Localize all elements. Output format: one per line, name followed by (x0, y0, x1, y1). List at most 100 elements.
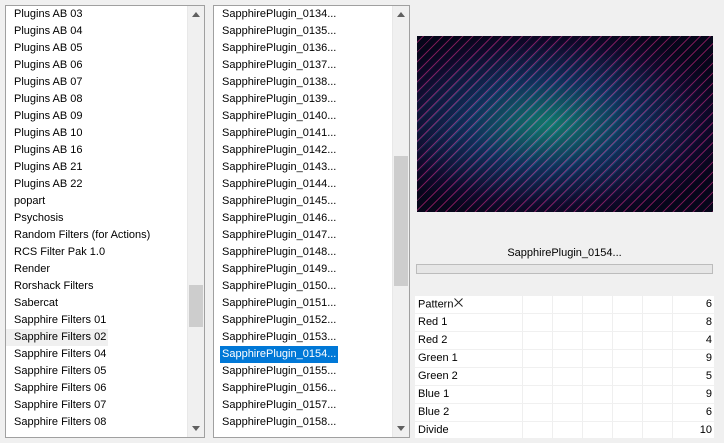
filter-item[interactable]: SapphirePlugin_0134... (214, 6, 392, 23)
filter-item[interactable]: SapphirePlugin_0151... (214, 295, 392, 312)
filter-item[interactable]: SapphirePlugin_0141... (214, 125, 392, 142)
category-item[interactable]: Plugins AB 09 (6, 108, 187, 125)
parameter-row[interactable]: Blue 1 9 (415, 386, 714, 404)
filter-list-panel: SapphirePlugin_0134... SapphirePlugin_013… (213, 5, 410, 438)
category-item[interactable]: Render (6, 261, 187, 278)
parameter-row[interactable]: Pattern 6 (415, 296, 714, 314)
category-item[interactable]: Plugins AB 16 (6, 142, 187, 159)
parameter-slider-track[interactable] (493, 404, 684, 421)
filter-item-label: SapphirePlugin_0135... (222, 25, 337, 37)
category-item[interactable]: Random Filters (for Actions) (6, 227, 187, 244)
filter-item[interactable]: SapphirePlugin_0149... (214, 261, 392, 278)
filter-item[interactable]: SapphirePlugin_0150... (214, 278, 392, 295)
category-item[interactable]: Sapphire Filters 07 (6, 397, 187, 414)
category-item[interactable]: Plugins AB 06 (6, 57, 187, 74)
parameter-slider-track[interactable] (493, 332, 684, 349)
parameter-row[interactable]: Red 1 8 (415, 314, 714, 332)
filter-item[interactable]: SapphirePlugin_0135... (214, 23, 392, 40)
category-item[interactable]: Plugins AB 03 (6, 6, 187, 23)
filter-item[interactable]: SapphirePlugin_0137... (214, 57, 392, 74)
parameter-name: Red 1 (418, 316, 448, 328)
category-item[interactable]: Plugins AB 04 (6, 23, 187, 40)
filter-item[interactable]: SapphirePlugin_0154... (214, 346, 392, 363)
filter-item[interactable]: SapphirePlugin_0139... (214, 91, 392, 108)
category-item[interactable]: Plugins AB 21 (6, 159, 187, 176)
category-scrollbar[interactable] (187, 6, 204, 437)
scroll-down-icon[interactable] (393, 420, 409, 437)
filter-item-label: SapphirePlugin_0145... (222, 195, 337, 207)
filter-item[interactable]: SapphirePlugin_0144... (214, 176, 392, 193)
filter-item-label: SapphirePlugin_0156... (222, 382, 337, 394)
scroll-up-icon[interactable] (188, 6, 204, 23)
filter-item[interactable]: SapphirePlugin_0136... (214, 40, 392, 57)
category-item[interactable]: Sapphire Filters 01 (6, 312, 187, 329)
filter-list[interactable]: SapphirePlugin_0134... SapphirePlugin_013… (214, 6, 392, 437)
category-item-label: Sapphire Filters 04 (14, 348, 107, 360)
filter-item-label: SapphirePlugin_0143... (222, 161, 337, 173)
category-item[interactable]: Psychosis (6, 210, 187, 227)
parameter-row[interactable]: Blue 2 6 (415, 404, 714, 422)
parameter-value: 6 (705, 298, 712, 310)
scroll-up-icon[interactable] (393, 6, 409, 23)
category-item-label: Plugins AB 21 (14, 161, 83, 173)
filter-item[interactable]: SapphirePlugin_0153... (214, 329, 392, 346)
filter-item[interactable]: SapphirePlugin_0157... (214, 397, 392, 414)
category-item[interactable]: Plugins AB 05 (6, 40, 187, 57)
category-item[interactable]: Rorshack Filters (6, 278, 187, 295)
parameter-name: Pattern (418, 296, 464, 313)
category-item-label: Plugins AB 10 (14, 127, 83, 139)
category-item[interactable]: Plugins AB 08 (6, 91, 187, 108)
parameter-row[interactable]: Divide 10 (415, 422, 714, 440)
parameter-slider-track[interactable] (493, 314, 684, 331)
filter-scrollbar-thumb[interactable] (394, 156, 408, 286)
category-item[interactable]: Sapphire Filters 04 (6, 346, 187, 363)
category-item-label: Rorshack Filters (14, 280, 94, 292)
filter-item[interactable]: SapphirePlugin_0142... (214, 142, 392, 159)
category-item[interactable]: Sapphire Filters 05 (6, 363, 187, 380)
filter-item-label: SapphirePlugin_0149... (222, 263, 337, 275)
filter-item[interactable]: SapphirePlugin_0147... (214, 227, 392, 244)
category-item[interactable]: popart (6, 193, 187, 210)
filter-item[interactable]: SapphirePlugin_0140... (214, 108, 392, 125)
category-item-label: Plugins AB 16 (14, 144, 83, 156)
parameter-slider-track[interactable] (493, 350, 684, 367)
category-item-label: Sapphire Filters 01 (14, 314, 107, 326)
category-item[interactable]: Plugins AB 07 (6, 74, 187, 91)
parameter-slider-track[interactable] (493, 386, 684, 403)
filter-item-label: SapphirePlugin_0140... (222, 110, 337, 122)
category-scrollbar-thumb[interactable] (189, 285, 203, 327)
filter-item-label: SapphirePlugin_0155... (222, 365, 337, 377)
filter-item[interactable]: SapphirePlugin_0138... (214, 74, 392, 91)
parameter-slider-track[interactable] (493, 296, 684, 313)
category-item[interactable]: Sapphire Filters 02 (6, 329, 187, 346)
category-list-panel: Plugins AB 03 Plugins AB 04 Plugins AB 05 P… (5, 5, 205, 438)
filter-item[interactable]: SapphirePlugin_0152... (214, 312, 392, 329)
filter-item[interactable]: SapphirePlugin_0158... (214, 414, 392, 431)
filter-item[interactable]: SapphirePlugin_0146... (214, 210, 392, 227)
category-item[interactable]: RCS Filter Pak 1.0 (6, 244, 187, 261)
filter-item[interactable]: SapphirePlugin_0143... (214, 159, 392, 176)
category-item-label: Sapphire Filters 02 (6, 329, 109, 346)
category-item[interactable]: Plugins AB 22 (6, 176, 187, 193)
category-list[interactable]: Plugins AB 03 Plugins AB 04 Plugins AB 05 P… (6, 6, 187, 437)
filter-item[interactable]: SapphirePlugin_0148... (214, 244, 392, 261)
filter-scrollbar[interactable] (392, 6, 409, 437)
parameter-slider-track[interactable] (493, 368, 684, 385)
category-item-label: Random Filters (for Actions) (14, 229, 151, 241)
scroll-down-icon[interactable] (188, 420, 204, 437)
parameter-slider-track[interactable] (493, 422, 684, 439)
parameter-row[interactable]: Green 2 5 (415, 368, 714, 386)
filter-item-label: SapphirePlugin_0150... (222, 280, 337, 292)
parameter-row[interactable]: Red 2 4 (415, 332, 714, 350)
category-item-label: Plugins AB 09 (14, 110, 83, 122)
category-item[interactable]: Sabercat (6, 295, 187, 312)
category-item[interactable]: Sapphire Filters 06 (6, 380, 187, 397)
filter-item[interactable]: SapphirePlugin_0145... (214, 193, 392, 210)
filter-item[interactable]: SapphirePlugin_0156... (214, 380, 392, 397)
parameter-value: 6 (705, 406, 712, 418)
category-item[interactable]: Plugins AB 10 (6, 125, 187, 142)
parameter-name: Green 1 (418, 352, 458, 364)
category-item[interactable]: Sapphire Filters 08 (6, 414, 187, 431)
filter-item[interactable]: SapphirePlugin_0155... (214, 363, 392, 380)
parameter-row[interactable]: Green 1 9 (415, 350, 714, 368)
